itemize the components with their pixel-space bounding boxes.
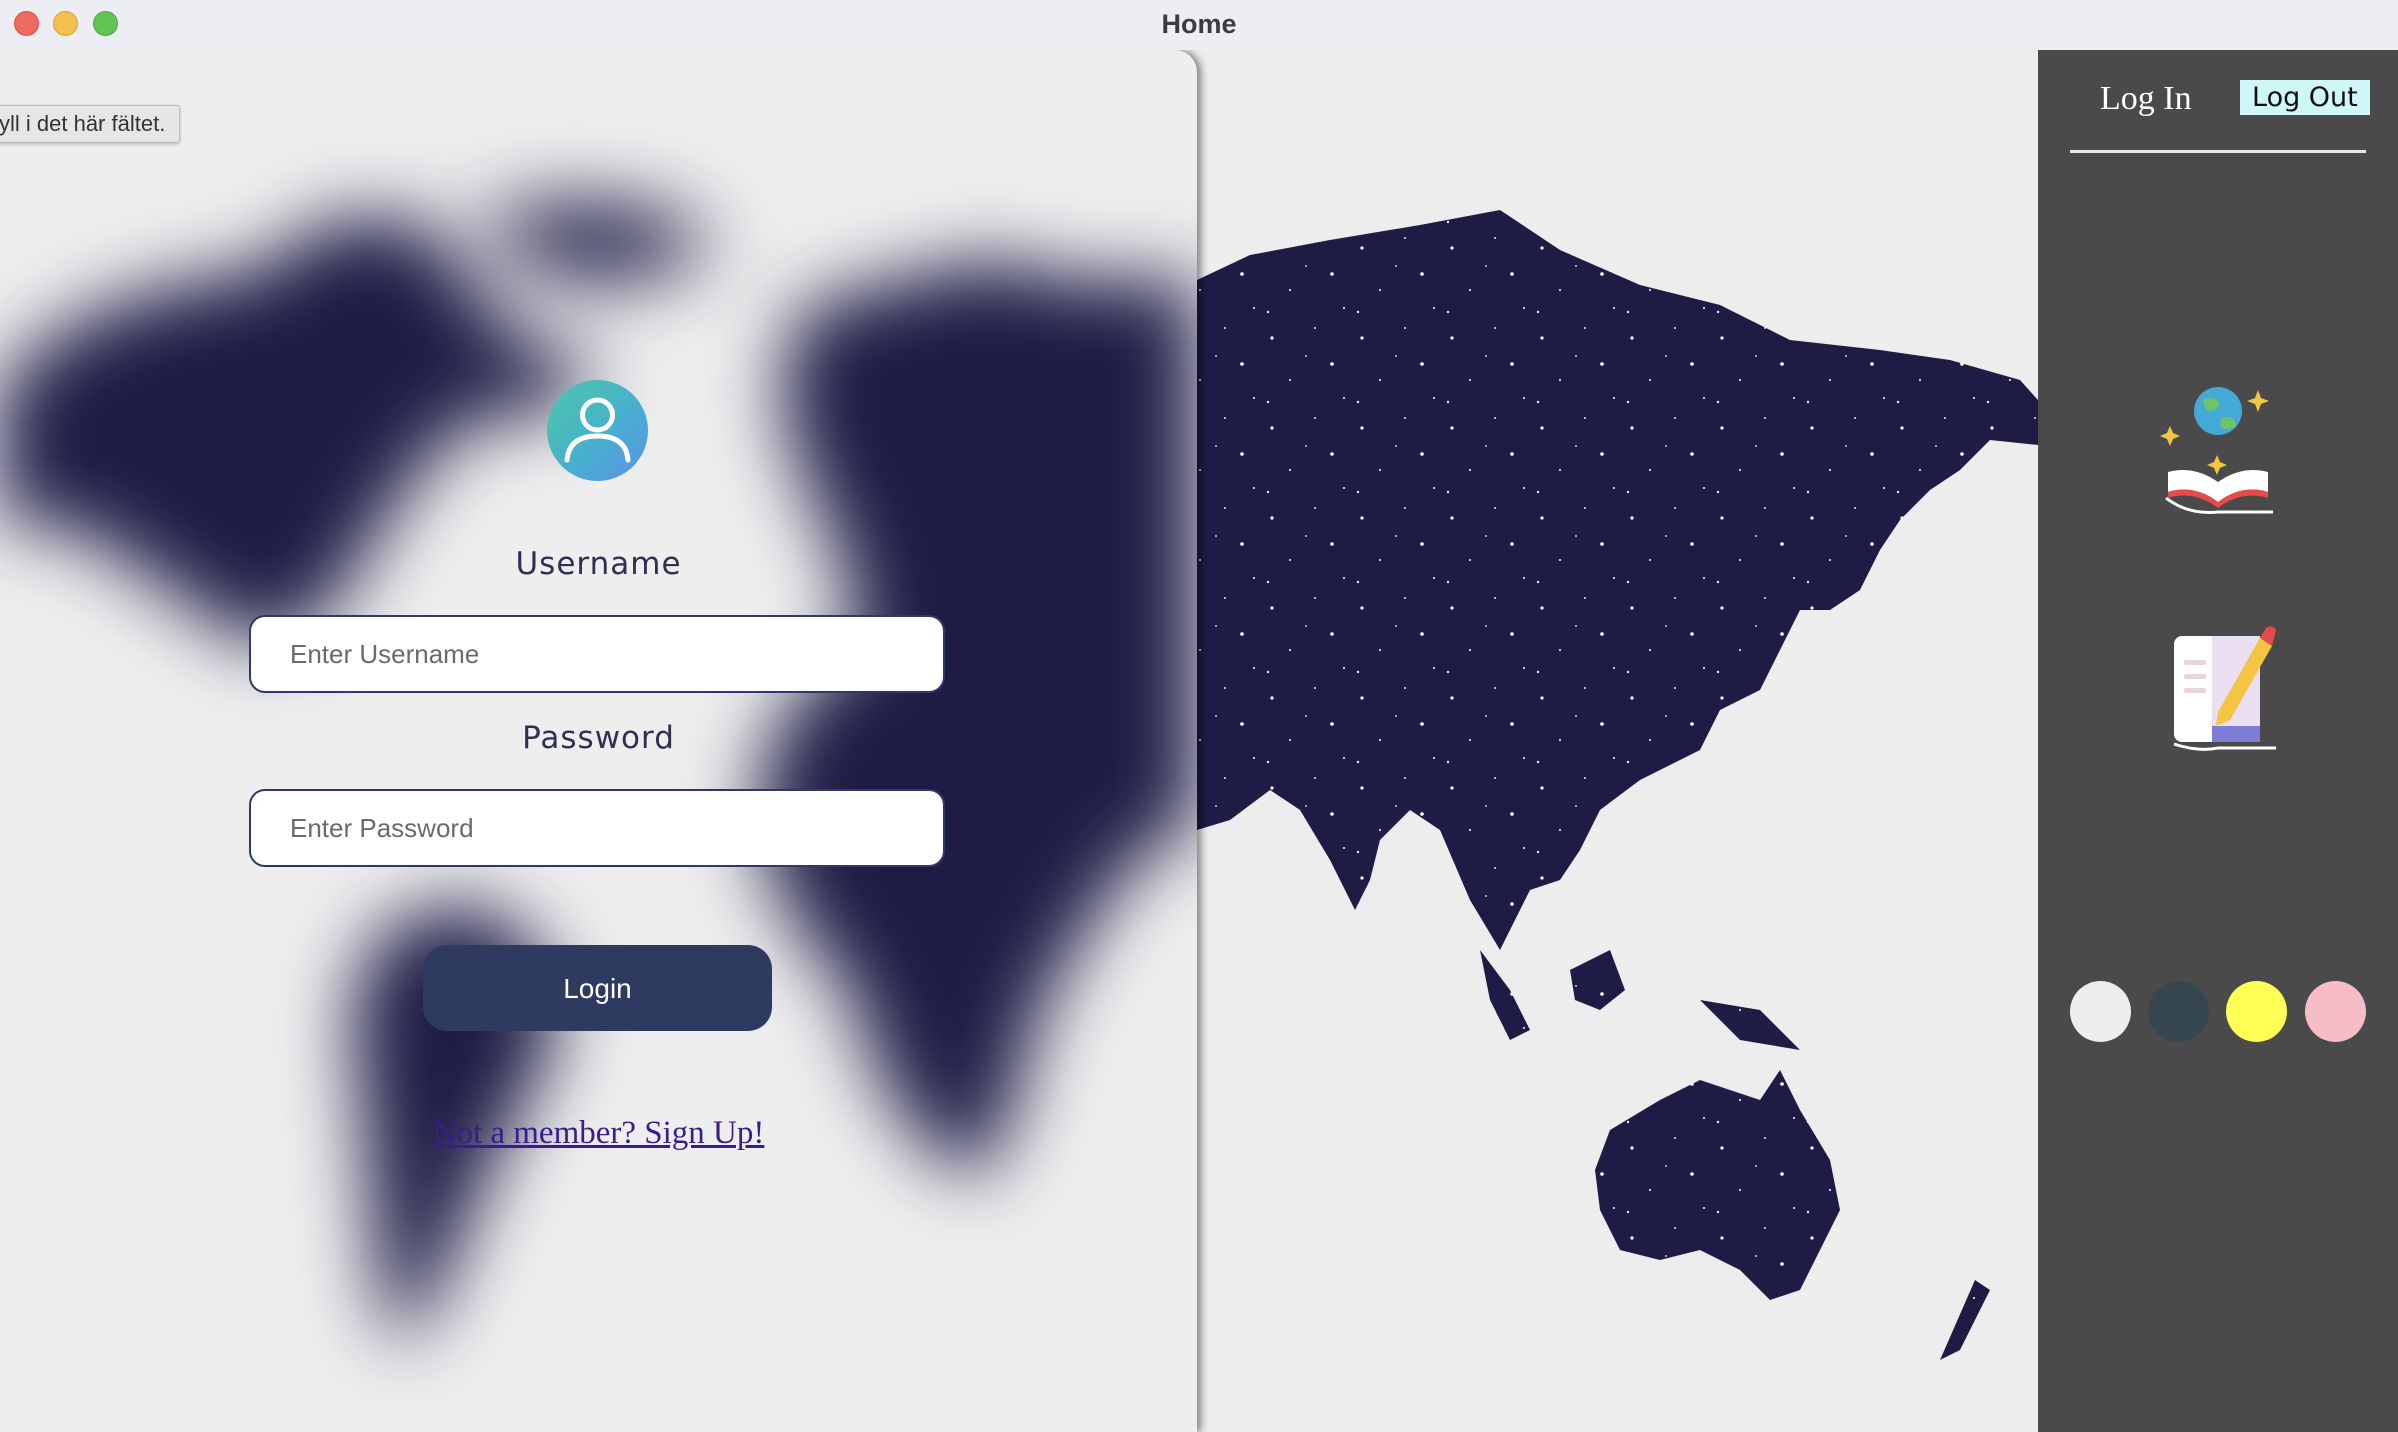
signup-link[interactable]: Not a member? Sign Up! <box>0 1115 1197 1152</box>
globe-book-icon[interactable] <box>2148 380 2288 520</box>
right-sidebar: Log In Log Out <box>2038 50 2398 1432</box>
username-label: Username <box>515 546 682 582</box>
password-label: Password <box>522 720 675 756</box>
window-title: Home <box>1161 9 1237 39</box>
nav-login-link[interactable]: Log In <box>2100 80 2192 118</box>
password-input[interactable] <box>249 789 945 867</box>
login-button[interactable]: Login <box>423 945 772 1031</box>
user-avatar-icon <box>547 380 648 481</box>
nav-logout-button[interactable]: Log Out <box>2240 80 2370 115</box>
login-panel: Username Password Login Not a member? Si… <box>0 50 1197 1432</box>
username-input[interactable] <box>249 615 945 693</box>
window-title-bar: Home <box>0 0 2398 51</box>
main-area: Username Password Login Not a member? Si… <box>0 50 2038 1432</box>
validation-tooltip: yll i det här fältet. <box>0 105 181 143</box>
color-swatch-light[interactable] <box>2070 981 2131 1042</box>
color-swatch-pink[interactable] <box>2305 981 2366 1042</box>
nav-divider <box>2070 150 2366 153</box>
color-swatch-yellow[interactable] <box>2226 981 2287 1042</box>
notebook-pencil-icon[interactable] <box>2148 616 2288 756</box>
color-swatch-dark[interactable] <box>2148 981 2209 1042</box>
